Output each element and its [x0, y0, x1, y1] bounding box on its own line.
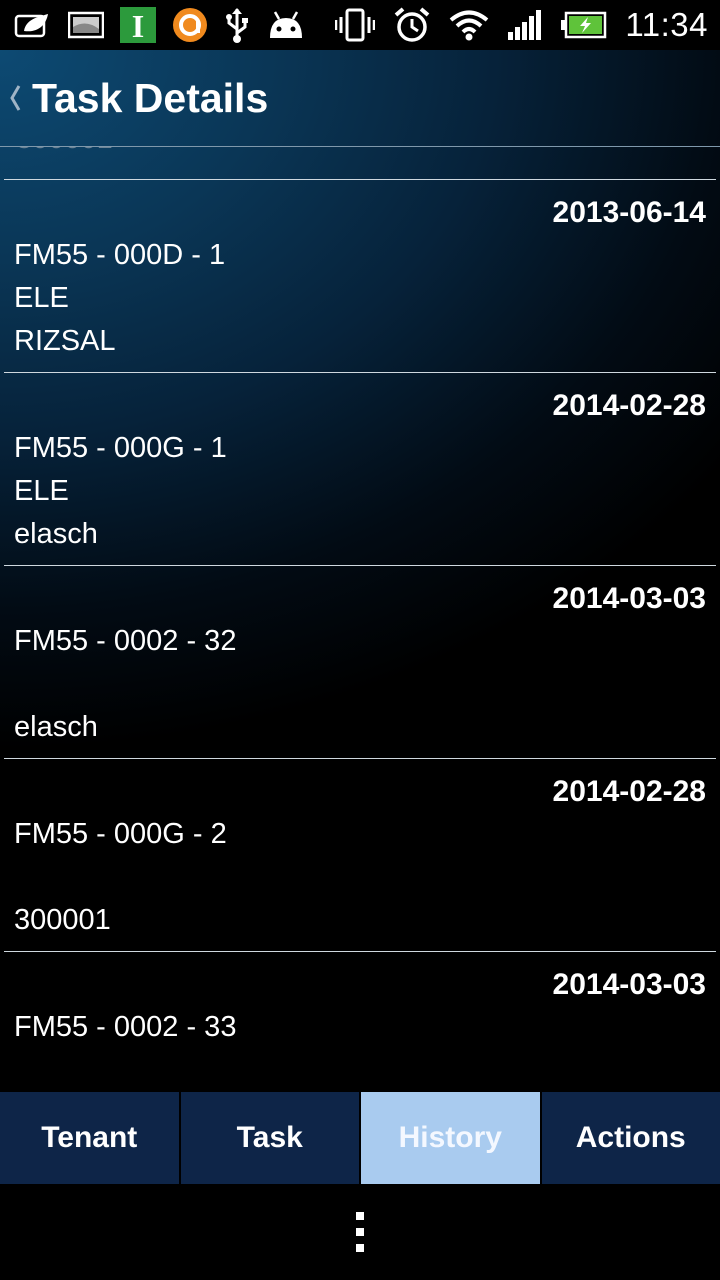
- svg-text:I: I: [132, 8, 144, 43]
- item-date: 2014-02-28: [552, 775, 706, 808]
- list-item[interactable]: 2013-06-14 FM55 - 000D - 1 ELE RIZSAL: [4, 180, 716, 373]
- alarm-icon: [393, 6, 431, 44]
- tab-tenant[interactable]: Tenant: [0, 1092, 181, 1184]
- history-list[interactable]: 300001 2013-06-14 FM55 - 000D - 1 ELE RI…: [0, 147, 720, 1092]
- status-bar: I 11:34: [0, 0, 720, 50]
- list-item[interactable]: 2014-02-28 FM55 - 000G - 1 ELE elasch: [4, 373, 716, 566]
- partial-item-text: 300001: [16, 147, 113, 156]
- item-date: 2014-02-28: [552, 389, 706, 422]
- android-icon: [266, 10, 306, 40]
- item-date: 2013-06-14: [552, 196, 706, 229]
- item-category: ELE: [14, 475, 69, 507]
- list-item[interactable]: 2014-02-28 FM55 - 000G - 2 300001: [4, 759, 716, 952]
- page-title: Task Details: [32, 74, 269, 121]
- list-item[interactable]: 2014-03-03 FM55 - 0002 - 33: [4, 952, 716, 1092]
- item-task-id: FM55 - 000G - 1: [14, 432, 227, 464]
- leaf-notification-icon: [14, 11, 52, 39]
- back-chevron-icon[interactable]: [8, 83, 22, 113]
- list-item[interactable]: 2014-03-03 FM55 - 0002 - 32 elasch: [4, 566, 716, 759]
- action-bar: Task Details: [0, 50, 720, 147]
- vibrate-icon: [335, 8, 376, 42]
- item-user: elasch: [14, 711, 98, 743]
- item-task-id: FM55 - 000G - 2: [14, 818, 227, 850]
- sim-card-icon: [68, 11, 104, 39]
- overflow-menu-icon[interactable]: [356, 1212, 364, 1252]
- usb-icon: [224, 7, 250, 43]
- item-user: RIZSAL: [14, 325, 116, 357]
- tab-actions[interactable]: Actions: [541, 1092, 720, 1184]
- tab-task[interactable]: Task: [180, 1092, 361, 1184]
- item-user: 300001: [14, 904, 111, 936]
- clock: 11:34: [625, 6, 708, 43]
- item-task-id: FM55 - 0002 - 33: [14, 1011, 237, 1043]
- item-task-id: FM55 - 000D - 1: [14, 239, 226, 271]
- item-user: elasch: [14, 518, 98, 550]
- app-content: Task Details 300001 2013-06-14 FM55 - 00…: [0, 50, 720, 1092]
- list-item-partial[interactable]: 300001: [4, 147, 716, 180]
- system-nav-bar: [0, 1184, 720, 1280]
- item-date: 2014-03-03: [552, 582, 706, 615]
- tab-history[interactable]: History: [361, 1092, 542, 1184]
- item-date: 2014-03-03: [552, 968, 706, 1001]
- battery-charging-icon: [561, 11, 607, 39]
- item-task-id: FM55 - 0002 - 32: [14, 625, 237, 657]
- i-app-icon: I: [120, 7, 156, 43]
- wifi-icon: [449, 9, 489, 41]
- tab-bar: Tenant Task History Actions: [0, 1092, 720, 1184]
- signal-icon: [507, 10, 543, 40]
- orange-app-icon: [172, 7, 208, 43]
- item-category: ELE: [14, 282, 69, 314]
